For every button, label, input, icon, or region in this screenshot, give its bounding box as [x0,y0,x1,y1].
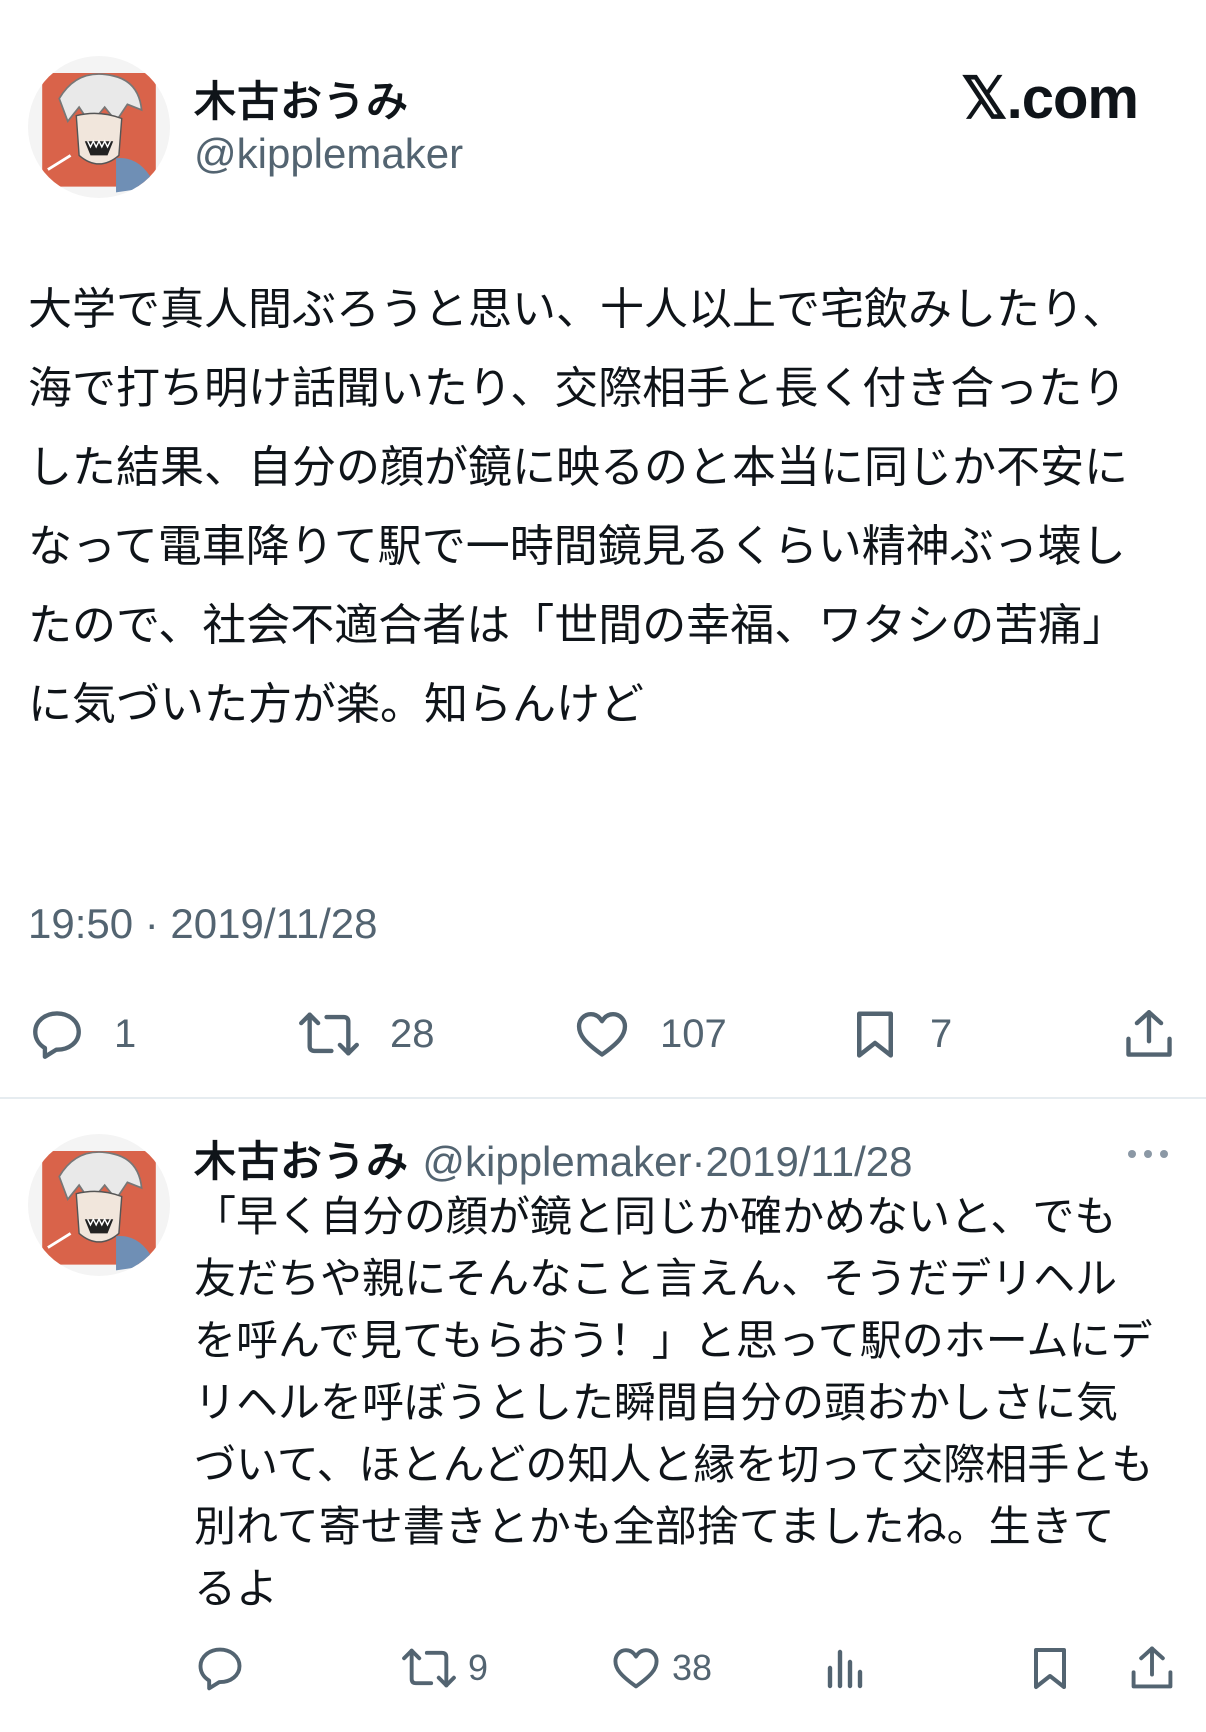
more-options-button[interactable] [1124,1142,1172,1166]
reply-button[interactable]: 1 [28,1002,136,1066]
repost-button[interactable]: 9 [400,1640,488,1696]
bookmark-icon [857,1011,893,1058]
like-count: 38 [672,1647,713,1688]
more-dots-icon [1128,1150,1168,1158]
user-handle[interactable]: @kipplemaker [422,1138,691,1185]
like-button[interactable]: 38 [610,1640,712,1696]
repost-button[interactable]: 28 [296,1002,435,1066]
like-count: 107 [660,1011,727,1056]
share-upload-icon [1126,1010,1172,1057]
display-name[interactable]: 木古おうみ [194,68,409,129]
reply-header: 木古おうみ @kipplemaker·2019/11/28 [194,1128,913,1189]
reply-text: 「早く自分の顔が鏡と同じか確かめないと、でも友だちや親にそんなこと言えん、そうだ… [194,1192,1154,1613]
bookmark-icon [1034,1648,1066,1689]
like-button[interactable]: 107 [572,1002,727,1066]
repost-count: 9 [468,1647,489,1688]
avatar-illustration-icon [28,56,170,198]
tweet-timestamp[interactable]: 19:50 · 2019/11/28 [28,900,378,948]
share-upload-icon [1131,1646,1173,1689]
tweet-text: 大学で真人間ぶろうと思い、十人以上で宅飲みしたり、海で打ち明け話聞いたり、交際相… [28,284,1128,730]
share-button[interactable] [1120,1002,1178,1066]
heart-icon [613,1648,659,1689]
bookmark-count: 7 [930,1011,953,1056]
speech-bubble-icon [33,1011,81,1059]
reply-button[interactable] [194,1640,246,1696]
avatar-illustration-icon [28,1134,170,1276]
views-button[interactable] [820,1640,868,1696]
separator-dot: · [691,1138,706,1185]
speech-bubble-icon [198,1647,242,1691]
tweet-divider [0,1097,1206,1099]
avatar[interactable] [28,56,170,198]
repost-arrows-icon [402,1648,456,1688]
bookmark-button[interactable]: 7 [848,1002,952,1066]
x-logo: 𝕏.com [960,66,1139,131]
repost-arrows-icon [299,1012,359,1056]
repost-count: 28 [390,1011,435,1056]
avatar[interactable] [28,1134,170,1276]
heart-icon [576,1012,628,1057]
share-button[interactable] [1126,1640,1178,1696]
bar-chart-icon [827,1649,863,1689]
reply-date[interactable]: 2019/11/28 [705,1138,912,1185]
reply-count: 1 [114,1011,137,1056]
user-handle[interactable]: @kipplemaker [194,130,463,178]
display-name[interactable]: 木古おうみ [194,1137,409,1186]
bookmark-button[interactable] [1026,1640,1074,1696]
